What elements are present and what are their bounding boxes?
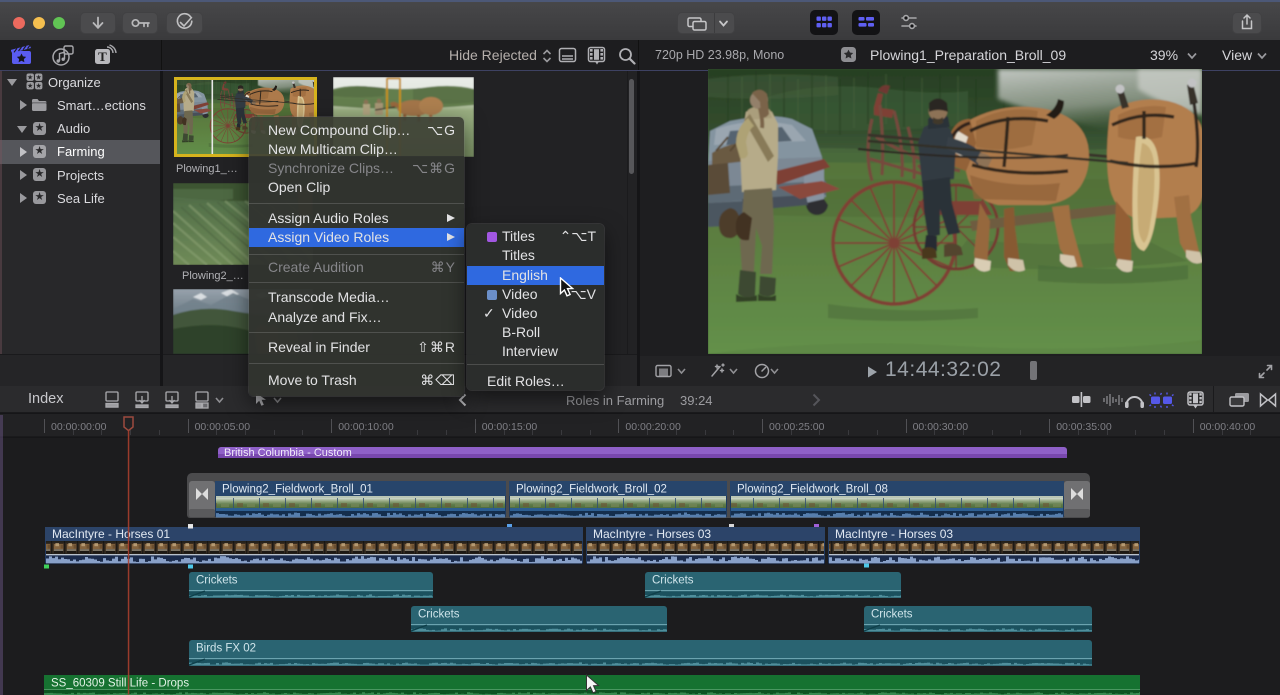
svg-text:★: ★: [27, 74, 33, 82]
svg-text:T: T: [98, 49, 107, 64]
svg-text:Crickets: Crickets: [652, 575, 694, 587]
svg-text:★: ★: [36, 82, 42, 90]
svg-text:Plowing2_Fieldwork_Broll_02: Plowing2_Fieldwork_Broll_02: [516, 484, 667, 496]
svg-text:MacIntyre - Horses 03: MacIntyre - Horses 03: [835, 527, 953, 541]
svg-text:Plowing2_Fieldwork_Broll_01: Plowing2_Fieldwork_Broll_01: [222, 484, 373, 496]
svg-text:Birds FX 02: Birds FX 02: [196, 643, 256, 655]
svg-text:SS_60309 Still Life - Drops: SS_60309 Still Life - Drops: [51, 678, 189, 690]
svg-text:★: ★: [27, 82, 33, 90]
svg-text:Crickets: Crickets: [871, 609, 913, 621]
svg-text:MacIntyre - Horses 03: MacIntyre - Horses 03: [593, 527, 711, 541]
svg-text:Crickets: Crickets: [196, 575, 238, 587]
svg-text:Plowing2_Fieldwork_Broll_08: Plowing2_Fieldwork_Broll_08: [737, 484, 888, 496]
svg-text:Crickets: Crickets: [418, 609, 460, 621]
svg-text:MacIntyre - Horses 01: MacIntyre - Horses 01: [52, 527, 170, 541]
svg-text:★: ★: [36, 74, 42, 82]
